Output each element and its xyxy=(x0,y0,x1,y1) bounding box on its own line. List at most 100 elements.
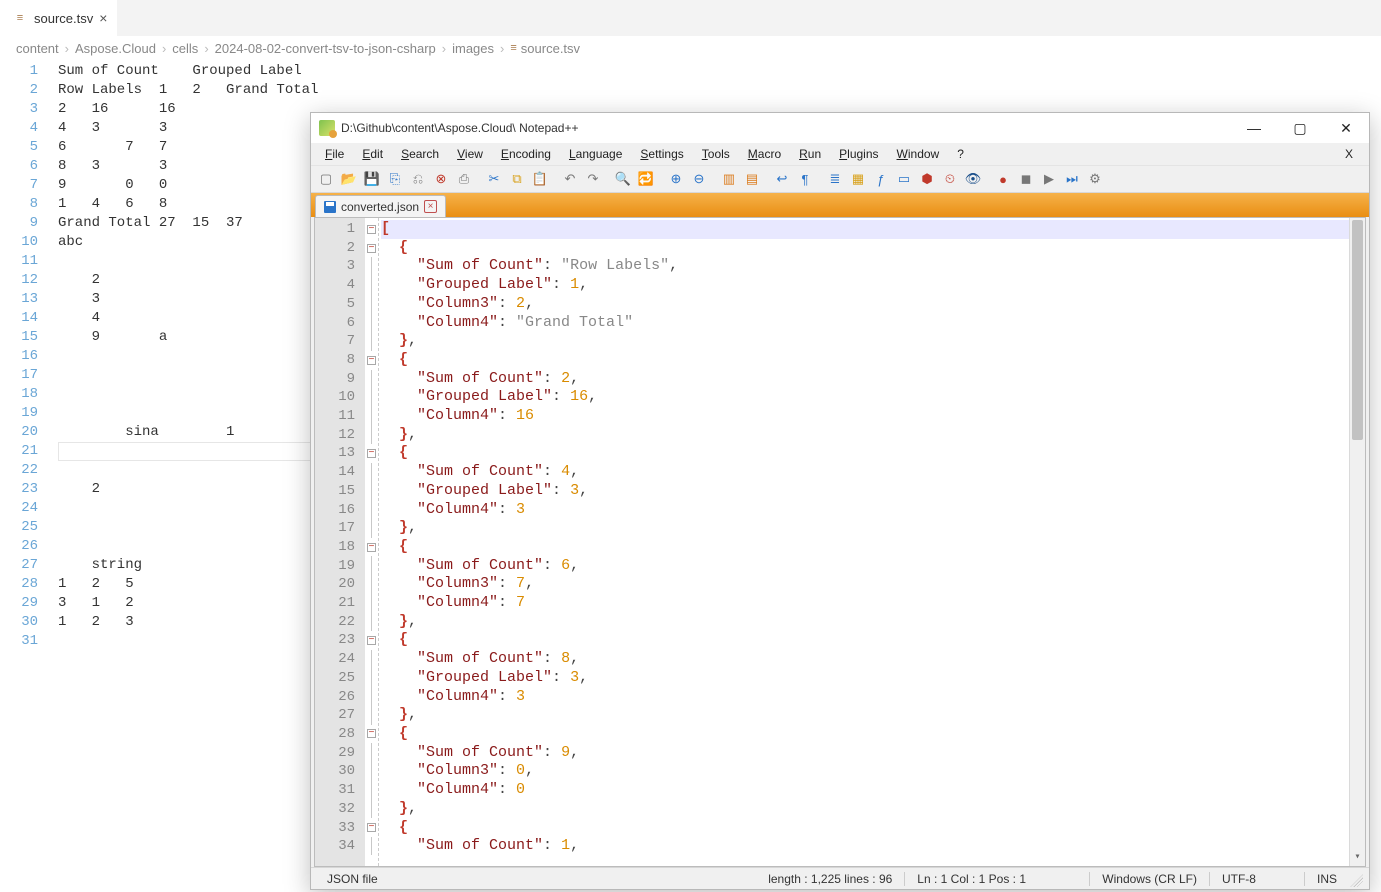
fold-toggle[interactable]: − xyxy=(367,729,376,738)
fold-marker[interactable]: − xyxy=(365,444,378,463)
breadcrumb-segment[interactable]: source.tsv xyxy=(521,41,580,56)
code-line[interactable]: }, xyxy=(381,332,1349,351)
code-line[interactable]: Row Labels 1 2 Grand Total xyxy=(58,81,318,100)
breadcrumb-segment[interactable]: cells xyxy=(172,41,198,56)
breadcrumb-segment[interactable]: content xyxy=(16,41,59,56)
code-line[interactable]: "Grouped Label": 3, xyxy=(381,669,1349,688)
code-line[interactable]: 1 2 3 xyxy=(58,613,318,632)
close-button[interactable]: ✕ xyxy=(1323,113,1369,143)
record-timer-icon[interactable]: ⏲ xyxy=(939,168,961,190)
fold-toggle[interactable]: − xyxy=(367,225,376,234)
code-line[interactable]: }, xyxy=(381,426,1349,445)
minimize-button[interactable]: — xyxy=(1231,113,1277,143)
fold-marker[interactable]: − xyxy=(365,725,378,744)
menu-item-?[interactable]: ? xyxy=(949,145,972,163)
code-line[interactable]: "Sum of Count": 4, xyxy=(381,463,1349,482)
code-line[interactable]: 4 3 3 xyxy=(58,119,318,138)
zoom-in-icon[interactable]: ⊕ xyxy=(665,168,687,190)
titlebar[interactable]: D:\Github\content\Aspose.Cloud\ Notepad+… xyxy=(311,113,1369,143)
menu-item-plugins[interactable]: Plugins xyxy=(831,145,886,163)
breadcrumb-segment[interactable]: 2024-08-02-convert-tsv-to-json-csharp xyxy=(215,41,436,56)
menu-item-language[interactable]: Language xyxy=(561,145,630,163)
code-line[interactable]: "Column3": 7, xyxy=(381,575,1349,594)
allchars-icon[interactable]: ¶ xyxy=(794,168,816,190)
code-line[interactable] xyxy=(58,442,318,461)
code-line[interactable] xyxy=(58,252,318,271)
code-line[interactable]: "Sum of Count": 9, xyxy=(381,744,1349,763)
close-icon[interactable]: × xyxy=(99,10,107,26)
code-line[interactable]: { xyxy=(381,239,1349,258)
code-line[interactable]: "Sum of Count": 6, xyxy=(381,557,1349,576)
cut-icon[interactable]: ✂ xyxy=(483,168,505,190)
menu-item-file[interactable]: File xyxy=(317,145,352,163)
find-icon[interactable]: 🔍 xyxy=(612,168,634,190)
code-line[interactable] xyxy=(58,404,318,423)
code-line[interactable]: 2 xyxy=(58,271,318,290)
fold-margin[interactable]: −−−−−−−− xyxy=(365,218,379,866)
code-line[interactable]: "Column3": 0, xyxy=(381,762,1349,781)
code-line[interactable] xyxy=(58,385,318,404)
code-line[interactable]: }, xyxy=(381,706,1349,725)
code-line[interactable]: "Grouped Label": 3, xyxy=(381,482,1349,501)
menu-item-encoding[interactable]: Encoding xyxy=(493,145,559,163)
fold-marker[interactable]: − xyxy=(365,631,378,650)
code-line[interactable]: "Column4": 0 xyxy=(381,781,1349,800)
menu-item-edit[interactable]: Edit xyxy=(354,145,391,163)
sync-h-icon[interactable]: ▤ xyxy=(741,168,763,190)
menu-item-view[interactable]: View xyxy=(449,145,491,163)
code-line[interactable]: Sum of Count Grouped Label xyxy=(58,62,318,81)
code-line[interactable]: "Sum of Count": 1, xyxy=(381,837,1349,856)
open-file-icon[interactable]: 📂 xyxy=(338,168,360,190)
menu-close-button[interactable]: X xyxy=(1337,145,1363,163)
code-line[interactable]: }, xyxy=(381,519,1349,538)
breadcrumb-segment[interactable]: Aspose.Cloud xyxy=(75,41,156,56)
close-file-icon[interactable]: ⎌ xyxy=(407,168,429,190)
code-line[interactable]: 6 7 7 xyxy=(58,138,318,157)
fold-toggle[interactable]: − xyxy=(367,636,376,645)
menu-item-search[interactable]: Search xyxy=(393,145,447,163)
code-line[interactable] xyxy=(58,518,318,537)
code-line[interactable]: 3 xyxy=(58,290,318,309)
fold-toggle[interactable]: − xyxy=(367,823,376,832)
code-line[interactable]: "Column4": 3 xyxy=(381,688,1349,707)
maximize-button[interactable]: ▢ xyxy=(1277,113,1323,143)
monitor-icon[interactable]: ⬢ xyxy=(916,168,938,190)
code-line[interactable]: { xyxy=(381,631,1349,650)
func-list-icon[interactable]: ƒ xyxy=(870,168,892,190)
notepadpp-editor[interactable]: 1234567891011121314151617181920212223242… xyxy=(314,217,1366,867)
menu-item-tools[interactable]: Tools xyxy=(694,145,738,163)
vertical-scrollbar[interactable]: ▾ xyxy=(1349,218,1365,866)
code-line[interactable]: "Sum of Count": 2, xyxy=(381,370,1349,389)
code-line[interactable]: { xyxy=(381,444,1349,463)
code-line[interactable]: 9 a xyxy=(58,328,318,347)
code-line[interactable]: }, xyxy=(381,800,1349,819)
code-line[interactable]: 1 4 6 8 xyxy=(58,195,318,214)
code-line[interactable] xyxy=(58,366,318,385)
code-line[interactable]: 2 xyxy=(58,480,318,499)
breadcrumb-segment[interactable]: images xyxy=(452,41,494,56)
record-macro-icon[interactable]: ● xyxy=(992,168,1014,190)
scrollbar-thumb[interactable] xyxy=(1352,220,1363,440)
tab-close-icon[interactable]: × xyxy=(424,200,437,213)
resize-grip[interactable] xyxy=(1347,871,1363,887)
code-line[interactable] xyxy=(58,499,318,518)
code-line[interactable]: "Grouped Label": 16, xyxy=(381,388,1349,407)
code-line[interactable] xyxy=(58,537,318,556)
new-file-icon[interactable]: ▢ xyxy=(315,168,337,190)
redo-icon[interactable]: ↷ xyxy=(582,168,604,190)
code-line[interactable]: "Grouped Label": 1, xyxy=(381,276,1349,295)
code-line[interactable]: 1 2 5 xyxy=(58,575,318,594)
code-line[interactable]: "Sum of Count": 8, xyxy=(381,650,1349,669)
code-line[interactable] xyxy=(58,347,318,366)
code-line[interactable]: 9 0 0 xyxy=(58,176,318,195)
fold-toggle[interactable]: − xyxy=(367,356,376,365)
code-line[interactable]: 2 16 16 xyxy=(58,100,318,119)
vscode-tab-source[interactable]: ≡ source.tsv × xyxy=(0,0,117,36)
fold-marker[interactable]: − xyxy=(365,538,378,557)
play-multi-icon[interactable]: ⏭ xyxy=(1061,168,1083,190)
print-icon[interactable]: ⎙ xyxy=(453,168,475,190)
fold-marker[interactable]: − xyxy=(365,351,378,370)
code-line[interactable]: sina 1 xyxy=(58,423,318,442)
code-line[interactable]: 8 3 3 xyxy=(58,157,318,176)
code-line[interactable] xyxy=(58,632,318,651)
